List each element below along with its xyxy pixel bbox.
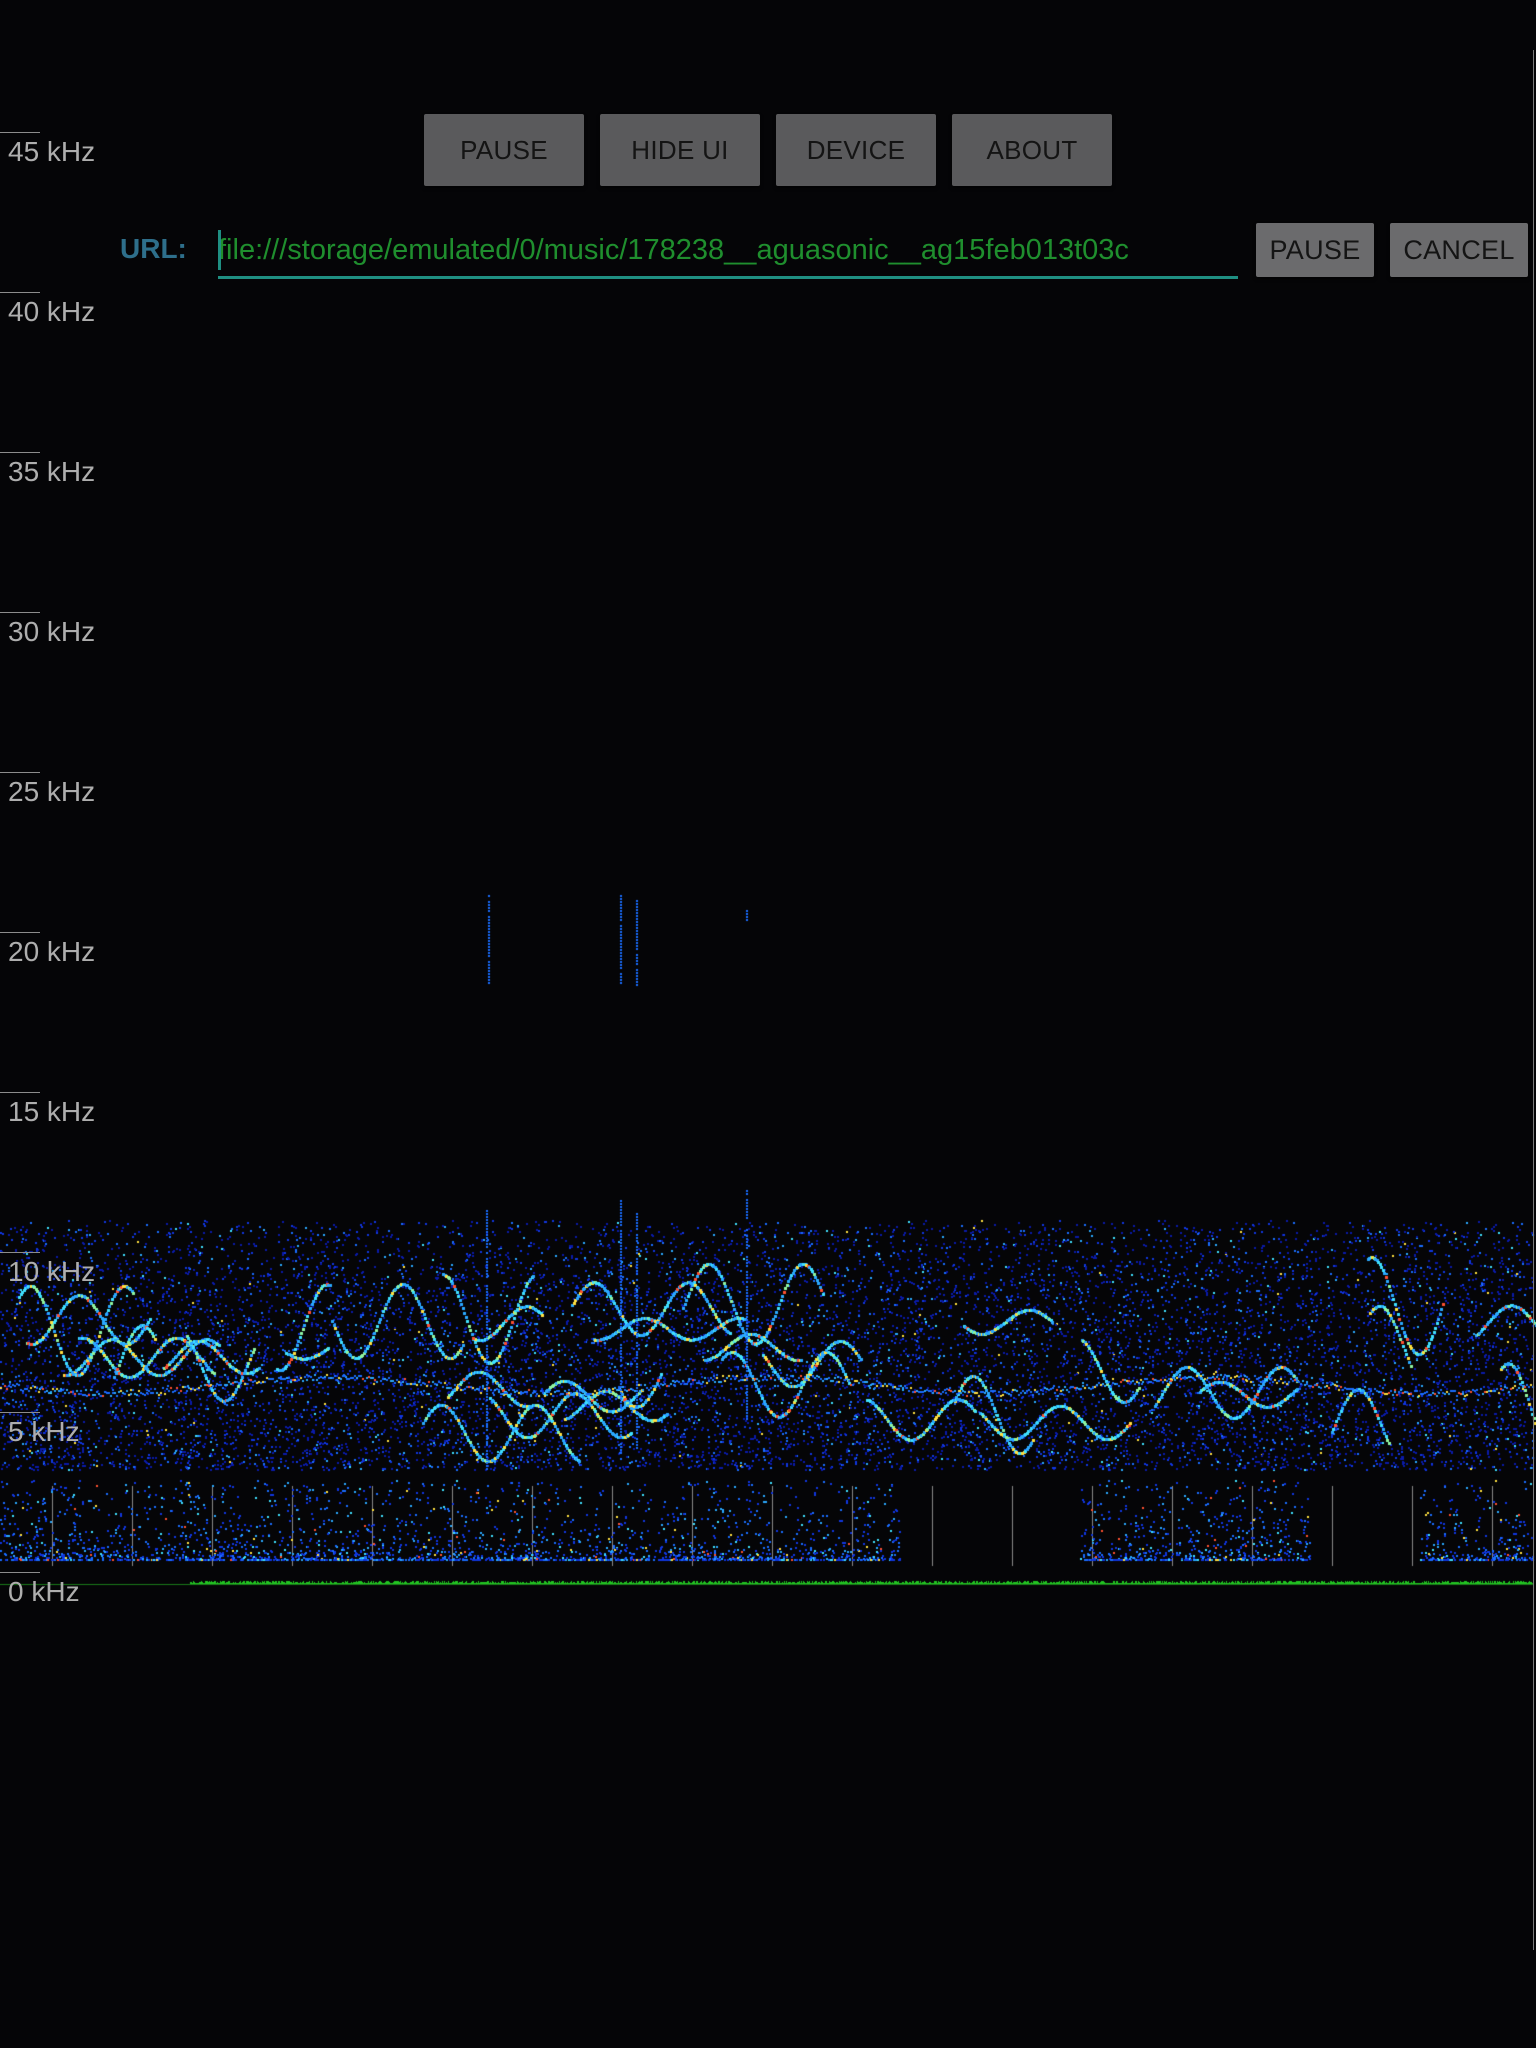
freq-tick-30 xyxy=(0,612,40,613)
right-edge-rule xyxy=(1533,50,1534,1950)
freq-label-45khz: 45 kHz xyxy=(8,136,96,167)
freq-tick-10 xyxy=(0,1252,40,1253)
freq-tick-25 xyxy=(0,772,40,773)
freq-tick-20 xyxy=(0,932,40,933)
freq-tick-0 xyxy=(0,1572,40,1573)
freq-label-20khz: 20 kHz xyxy=(8,936,96,967)
freq-label-15khz: 15 kHz xyxy=(8,1096,96,1127)
freq-tick-40 xyxy=(0,292,40,293)
freq-label-0khz: 0 kHz xyxy=(8,1576,80,1607)
freq-label-25khz: 25 kHz xyxy=(8,776,96,807)
freq-label-35khz: 35 kHz xyxy=(8,456,96,487)
freq-tick-35 xyxy=(0,452,40,453)
freq-label-10khz: 10 kHz xyxy=(8,1256,96,1287)
text-caret xyxy=(218,230,221,270)
freq-tick-5 xyxy=(0,1412,40,1413)
freq-tick-45 xyxy=(0,132,40,133)
hide-ui-button[interactable]: HIDE UI xyxy=(600,114,760,186)
freq-label-30khz: 30 kHz xyxy=(8,616,96,647)
url-input[interactable]: file:///storage/emulated/0/music/178238_… xyxy=(218,226,1238,279)
freq-label-5khz: 5 kHz xyxy=(8,1416,80,1447)
device-button[interactable]: DEVICE xyxy=(776,114,936,186)
about-button[interactable]: ABOUT xyxy=(952,114,1112,186)
pause-button[interactable]: PAUSE xyxy=(424,114,584,186)
url-pause-button[interactable]: PAUSE xyxy=(1256,223,1374,277)
url-cancel-button[interactable]: CANCEL xyxy=(1390,223,1528,277)
freq-label-40khz: 40 kHz xyxy=(8,296,96,327)
freq-tick-15 xyxy=(0,1092,40,1093)
spectrogram-canvas xyxy=(0,0,1536,2048)
url-label: URL: xyxy=(120,233,187,264)
